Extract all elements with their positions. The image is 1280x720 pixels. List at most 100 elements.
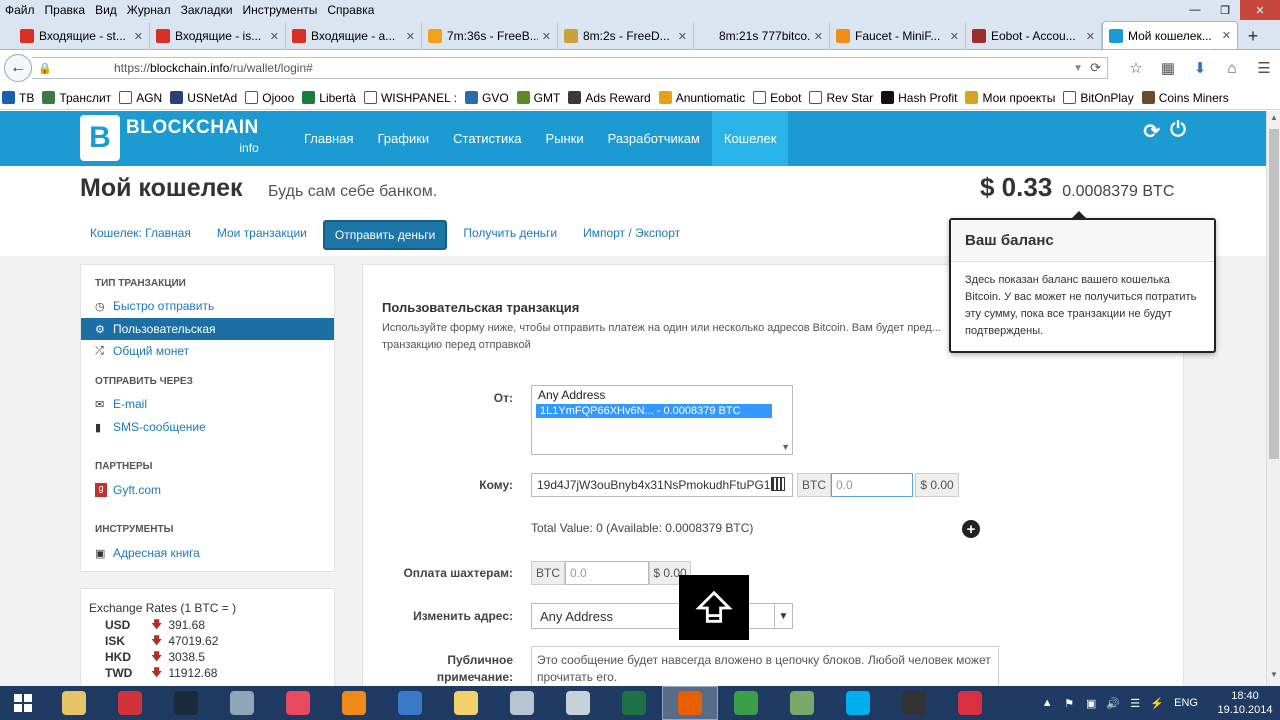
taskbar-app-explorer[interactable] [46, 686, 102, 720]
wallet-subnav-item[interactable]: Мои транзакции [207, 220, 317, 250]
restore-icon[interactable]: ❐ [1210, 0, 1240, 20]
taskbar-app-firefox[interactable] [662, 686, 718, 720]
power-plug-icon[interactable]: ⚡ [1146, 697, 1168, 710]
chevron-down-icon[interactable]: ▼ [774, 604, 792, 628]
menu-help[interactable]: Справка [322, 3, 379, 17]
url-dropdown-icon[interactable]: ▼ [1073, 63, 1083, 74]
taskbar-app-app-grid[interactable] [270, 686, 326, 720]
sidebar-item-quick-send[interactable]: ◷ Быстро отправить [81, 295, 334, 317]
site-nav-item[interactable]: Кошелек [711, 111, 789, 166]
close-tab-icon[interactable]: ✕ [134, 30, 143, 43]
new-tab-button[interactable]: + [1238, 23, 1268, 49]
from-option[interactable]: Any Address [532, 386, 792, 404]
add-recipient-button[interactable]: + [962, 520, 980, 538]
taskbar-app-app-bird[interactable] [158, 686, 214, 720]
miner-fee-input[interactable]: 0.0 [565, 561, 649, 585]
bookmark-item[interactable]: Транслит [42, 91, 111, 105]
close-tab-icon[interactable]: ✕ [678, 30, 687, 43]
taskbar-app-app-red[interactable] [102, 686, 158, 720]
network-icon[interactable]: ☰ [1124, 697, 1146, 710]
bookmark-item[interactable]: USNetAd [170, 91, 237, 105]
taskbar-app-app-money[interactable] [774, 686, 830, 720]
close-tab-icon[interactable]: ✕ [1086, 30, 1095, 43]
menu-view[interactable]: Вид [90, 3, 122, 17]
taskbar-app-excel[interactable] [606, 686, 662, 720]
browser-tab[interactable]: 8m:2s - FreeD... ✕ [558, 23, 694, 49]
bookmark-item[interactable]: GVO [464, 91, 509, 105]
site-nav-item[interactable]: Рынки [533, 111, 595, 166]
taskbar-app-app-folder[interactable] [438, 686, 494, 720]
scroll-up-icon[interactable]: ▲ [1267, 113, 1280, 127]
language-indicator[interactable]: ENG [1174, 697, 1198, 709]
browser-tab[interactable]: Faucet - MiniF... ✕ [830, 23, 966, 49]
bookmark-item[interactable]: Ads Reward [568, 91, 651, 105]
sidebar-item-shared-coin[interactable]: ⤮ Общий монет [81, 340, 334, 362]
bookmark-item[interactable]: Rev Star [809, 91, 873, 105]
reading-list-icon[interactable]: ▦ [1152, 59, 1184, 77]
bookmark-item[interactable]: ТВ [2, 91, 34, 105]
bookmark-item[interactable]: WISHPANEL : [363, 91, 457, 105]
taskbar-app-app-orange[interactable] [326, 686, 382, 720]
taskbar-app-app-star[interactable] [942, 686, 998, 720]
wallet-subnav-item[interactable]: Получить деньги [453, 220, 567, 250]
browser-tab[interactable]: Входящие - is... ✕ [150, 23, 286, 49]
menu-edit[interactable]: Правка [40, 3, 91, 17]
sidebar-item-custom[interactable]: ⚙ Пользовательская [81, 318, 334, 340]
flag-icon[interactable]: ⚑ [1058, 697, 1080, 710]
sidebar-item-email[interactable]: ✉ E-mail [81, 393, 334, 415]
close-tab-icon[interactable]: ✕ [542, 30, 551, 43]
bookmark-item[interactable]: Мои проекты [965, 91, 1055, 105]
taskbar-app-chrome[interactable] [718, 686, 774, 720]
power-icon[interactable]: ⏻ [1170, 119, 1186, 144]
blockchain-logo[interactable]: B BLOCKCHAIN info [80, 115, 259, 161]
bookmark-item[interactable]: Ojooo [245, 91, 294, 105]
taskbar-app-app-sound[interactable] [382, 686, 438, 720]
display-icon[interactable]: ▣ [1080, 697, 1102, 710]
scrollbar-thumb[interactable] [1269, 129, 1279, 459]
sidebar-item-sms[interactable]: ▮ SMS-сообщение [81, 416, 334, 438]
qr-code-icon[interactable] [771, 477, 785, 491]
bookmark-item[interactable]: Anuntiomatic [658, 91, 745, 105]
minimize-icon[interactable]: — [1180, 0, 1210, 20]
menu-tools[interactable]: Инструменты [238, 3, 323, 17]
balance-btc[interactable]: 0.0008379 BTC [1062, 183, 1174, 201]
scroll-down-icon[interactable]: ▼ [1267, 670, 1280, 684]
upload-overlay[interactable] [679, 575, 749, 640]
bookmark-item[interactable]: Eobot [753, 91, 801, 105]
volume-icon[interactable]: 🔊 [1102, 697, 1124, 710]
close-tab-icon[interactable]: ✕ [950, 30, 959, 43]
menu-bookmarks[interactable]: Закладки [176, 3, 238, 17]
change-address-select[interactable]: Any Address ▼ [531, 603, 793, 629]
address-bar[interactable]: 🔒 https://blockchain.info/ru/wallet/logi… [32, 57, 1108, 79]
back-button[interactable]: ← [4, 54, 32, 82]
close-window-icon[interactable]: ✕ [1240, 0, 1280, 20]
bookmark-item[interactable]: BitOnPlay [1063, 91, 1134, 105]
menu-file[interactable]: Файл [0, 3, 40, 17]
refresh-icon[interactable]: ⟳ [1143, 119, 1160, 144]
page-scrollbar[interactable]: ▲ ▼ [1266, 111, 1280, 686]
bookmark-item[interactable]: AGN [119, 91, 162, 105]
browser-tab[interactable]: Eobot - Accou... ✕ [966, 23, 1102, 49]
balance-usd[interactable]: $ 0.33 [980, 172, 1052, 203]
btc-amount-input[interactable]: 0.0 [831, 473, 913, 497]
site-nav-item[interactable]: Главная [292, 111, 365, 166]
download-icon[interactable]: ⬇ [1184, 59, 1216, 77]
bookmark-item[interactable]: Hash Profit [881, 91, 957, 105]
browser-tab[interactable]: Мой кошелек... ✕ [1102, 21, 1238, 49]
menu-history[interactable]: Журнал [122, 3, 176, 17]
taskbar-app-app-phone[interactable] [886, 686, 942, 720]
menu-icon[interactable]: ☰ [1248, 59, 1280, 77]
site-nav-item[interactable]: Разработчикам [596, 111, 712, 166]
close-tab-icon[interactable]: ✕ [1222, 29, 1231, 42]
close-tab-icon[interactable]: ✕ [406, 30, 415, 43]
bookmark-item[interactable]: GMT [516, 91, 560, 105]
taskbar-app-app-network[interactable] [494, 686, 550, 720]
bookmark-item[interactable]: Libertà [302, 91, 356, 105]
from-option-selected[interactable]: 1L1YmFQP66XHv6N... - 0.0008379 BTC [536, 404, 772, 418]
clock[interactable]: 18:40 19.10.2014 [1210, 689, 1280, 717]
home-icon[interactable]: ⌂ [1216, 60, 1248, 77]
taskbar-app-app-calc[interactable] [550, 686, 606, 720]
sidebar-item-address-book[interactable]: ▣ Адресная книга [81, 542, 334, 564]
browser-tab[interactable]: 7m:36s - FreeB... ✕ [422, 23, 558, 49]
site-nav-item[interactable]: Графики [365, 111, 441, 166]
